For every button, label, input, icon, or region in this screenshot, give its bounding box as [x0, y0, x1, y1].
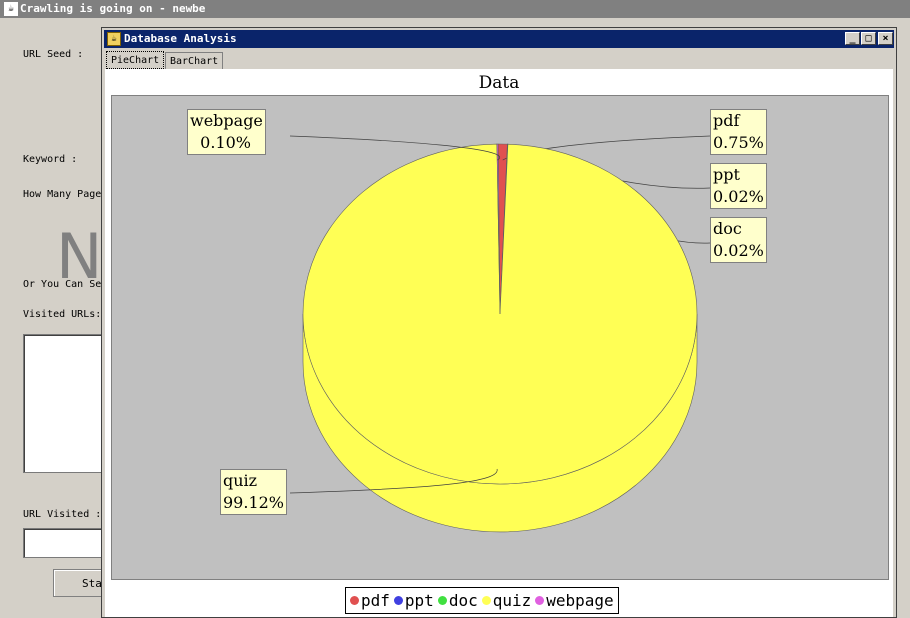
dialog-titlebar[interactable]: ☕ Database Analysis _ □ × — [104, 30, 894, 48]
slice-label-webpage: webpage 0.10% — [187, 109, 266, 155]
or-you-can-label: Or You Can Se — [23, 279, 102, 290]
legend-item-pdf: pdf — [350, 591, 390, 610]
slice-label-ppt: ppt 0.02% — [710, 163, 767, 209]
maximize-button[interactable]: □ — [861, 32, 876, 45]
legend-item-ppt: ppt — [393, 591, 434, 610]
minimize-icon: _ — [849, 33, 856, 44]
main-window-title: Crawling is going on - newbe — [20, 2, 206, 15]
visited-urls-label: Visited URLs: — [23, 309, 102, 320]
legend-swatch-webpage — [535, 596, 545, 605]
keyword-label: Keyword : — [23, 154, 78, 165]
legend-swatch-pdf — [350, 596, 359, 605]
tab-barchart[interactable]: BarChart — [165, 52, 224, 70]
java-cup-icon: ☕ — [107, 32, 121, 46]
url-visited-field[interactable] — [23, 528, 105, 558]
url-visited-label: URL Visited : — [23, 509, 102, 520]
legend-label-ppt: ppt — [404, 591, 434, 610]
slice-label-quiz: quiz 99.12% — [220, 469, 288, 515]
legend-swatch-quiz — [481, 596, 491, 605]
legend-item-webpage: webpage — [535, 591, 614, 610]
java-app-icon: ☕ — [4, 2, 18, 16]
legend-swatch-ppt — [393, 596, 403, 605]
close-icon: × — [882, 33, 889, 44]
main-window-titlebar: ☕ Crawling is going on - newbe — [0, 0, 910, 18]
dialog-title: Database Analysis — [124, 32, 237, 45]
chart-panel: Data pdf 0.75% ppt 0.02% doc 0.02% quiz 99.… — [105, 69, 893, 617]
main-window-right-edge — [895, 18, 910, 618]
slice-label-doc: doc 0.02% — [710, 217, 767, 263]
legend-swatch-doc — [437, 596, 447, 605]
minimize-button[interactable]: _ — [845, 32, 860, 45]
legend-label-doc: doc — [448, 591, 478, 610]
tab-piechart[interactable]: PieChart — [106, 51, 165, 69]
legend-label-webpage: webpage — [546, 591, 614, 610]
close-button[interactable]: × — [878, 32, 893, 45]
slice-label-pdf: pdf 0.75% — [710, 109, 767, 155]
how-many-pages-label: How Many Page — [23, 189, 102, 200]
url-seed-label: URL Seed : — [23, 49, 84, 60]
legend-label-pdf: pdf — [361, 591, 390, 610]
legend-label-quiz: quiz — [492, 591, 532, 610]
legend-item-quiz: quiz — [481, 591, 532, 610]
database-analysis-dialog: ☕ Database Analysis _ □ × PieChart BarCha… — [101, 27, 897, 618]
chart-legend: pdf ppt doc quiz webpage — [345, 587, 619, 614]
chart-title: Data — [478, 73, 520, 93]
plot-area: pdf 0.75% ppt 0.02% doc 0.02% quiz 99.12% we… — [111, 95, 889, 580]
maximize-icon: □ — [865, 33, 872, 44]
visited-urls-list[interactable] — [23, 334, 105, 473]
legend-item-doc: doc — [437, 591, 478, 610]
